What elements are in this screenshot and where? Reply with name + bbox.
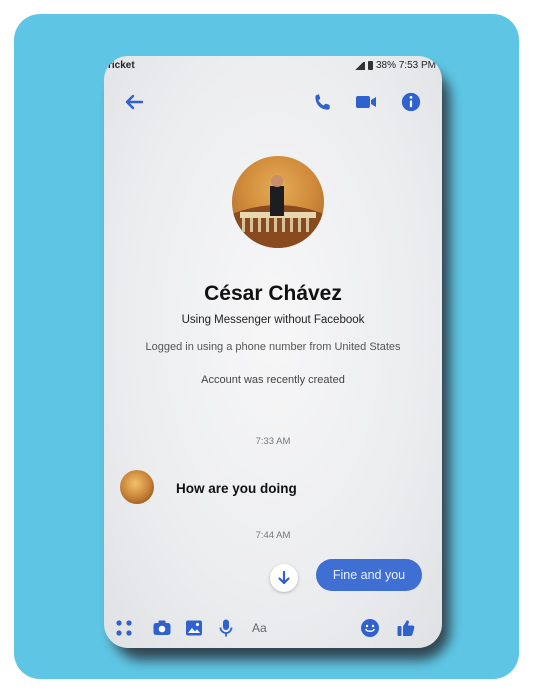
sender-avatar (120, 470, 154, 504)
camera-icon[interactable] (152, 618, 172, 638)
smile-icon[interactable] (360, 618, 380, 638)
contact-avatar (232, 156, 324, 248)
microphone-icon[interactable] (216, 618, 236, 638)
down-arrow-icon (278, 570, 290, 585)
message-timestamp: 7:33 AM (255, 436, 291, 447)
message-timestamp: 7:44 AM (255, 530, 291, 541)
outgoing-message[interactable]: Fine and you (316, 559, 422, 591)
grid-icon[interactable] (114, 618, 134, 638)
account-note: Account was recently created (201, 374, 345, 386)
info-icon[interactable] (400, 91, 422, 113)
contact-photo (232, 156, 324, 248)
logged-in-note: Logged in using a phone number from Unit… (145, 341, 401, 353)
back-arrow-icon[interactable] (122, 90, 146, 114)
message-input[interactable]: Aa (246, 616, 332, 640)
messenger-status: Using Messenger without Facebook (181, 314, 365, 326)
status-indicators: 38% 7:53 PM (352, 60, 436, 71)
battery-time-label: 38% 7:53 PM (375, 60, 436, 71)
status-bar: ricket 38% 7:53 PM (104, 56, 442, 78)
conversation-header (104, 82, 442, 122)
signal-icon (352, 61, 365, 70)
incoming-message[interactable]: How are you doing (176, 481, 297, 496)
composer-bar: Aa (104, 608, 442, 648)
image-icon[interactable] (184, 618, 204, 638)
thumbs-up-icon[interactable] (396, 618, 416, 638)
phone-screen: ricket 38% 7:53 PM César Chávez Using Me… (104, 56, 442, 648)
contact-name: César Chávez (204, 282, 342, 305)
phone-icon[interactable] (312, 91, 334, 113)
video-camera-icon[interactable] (354, 92, 378, 112)
carrier-label: ricket (108, 60, 135, 71)
scroll-down-button[interactable] (270, 564, 298, 592)
battery-icon (367, 61, 373, 70)
